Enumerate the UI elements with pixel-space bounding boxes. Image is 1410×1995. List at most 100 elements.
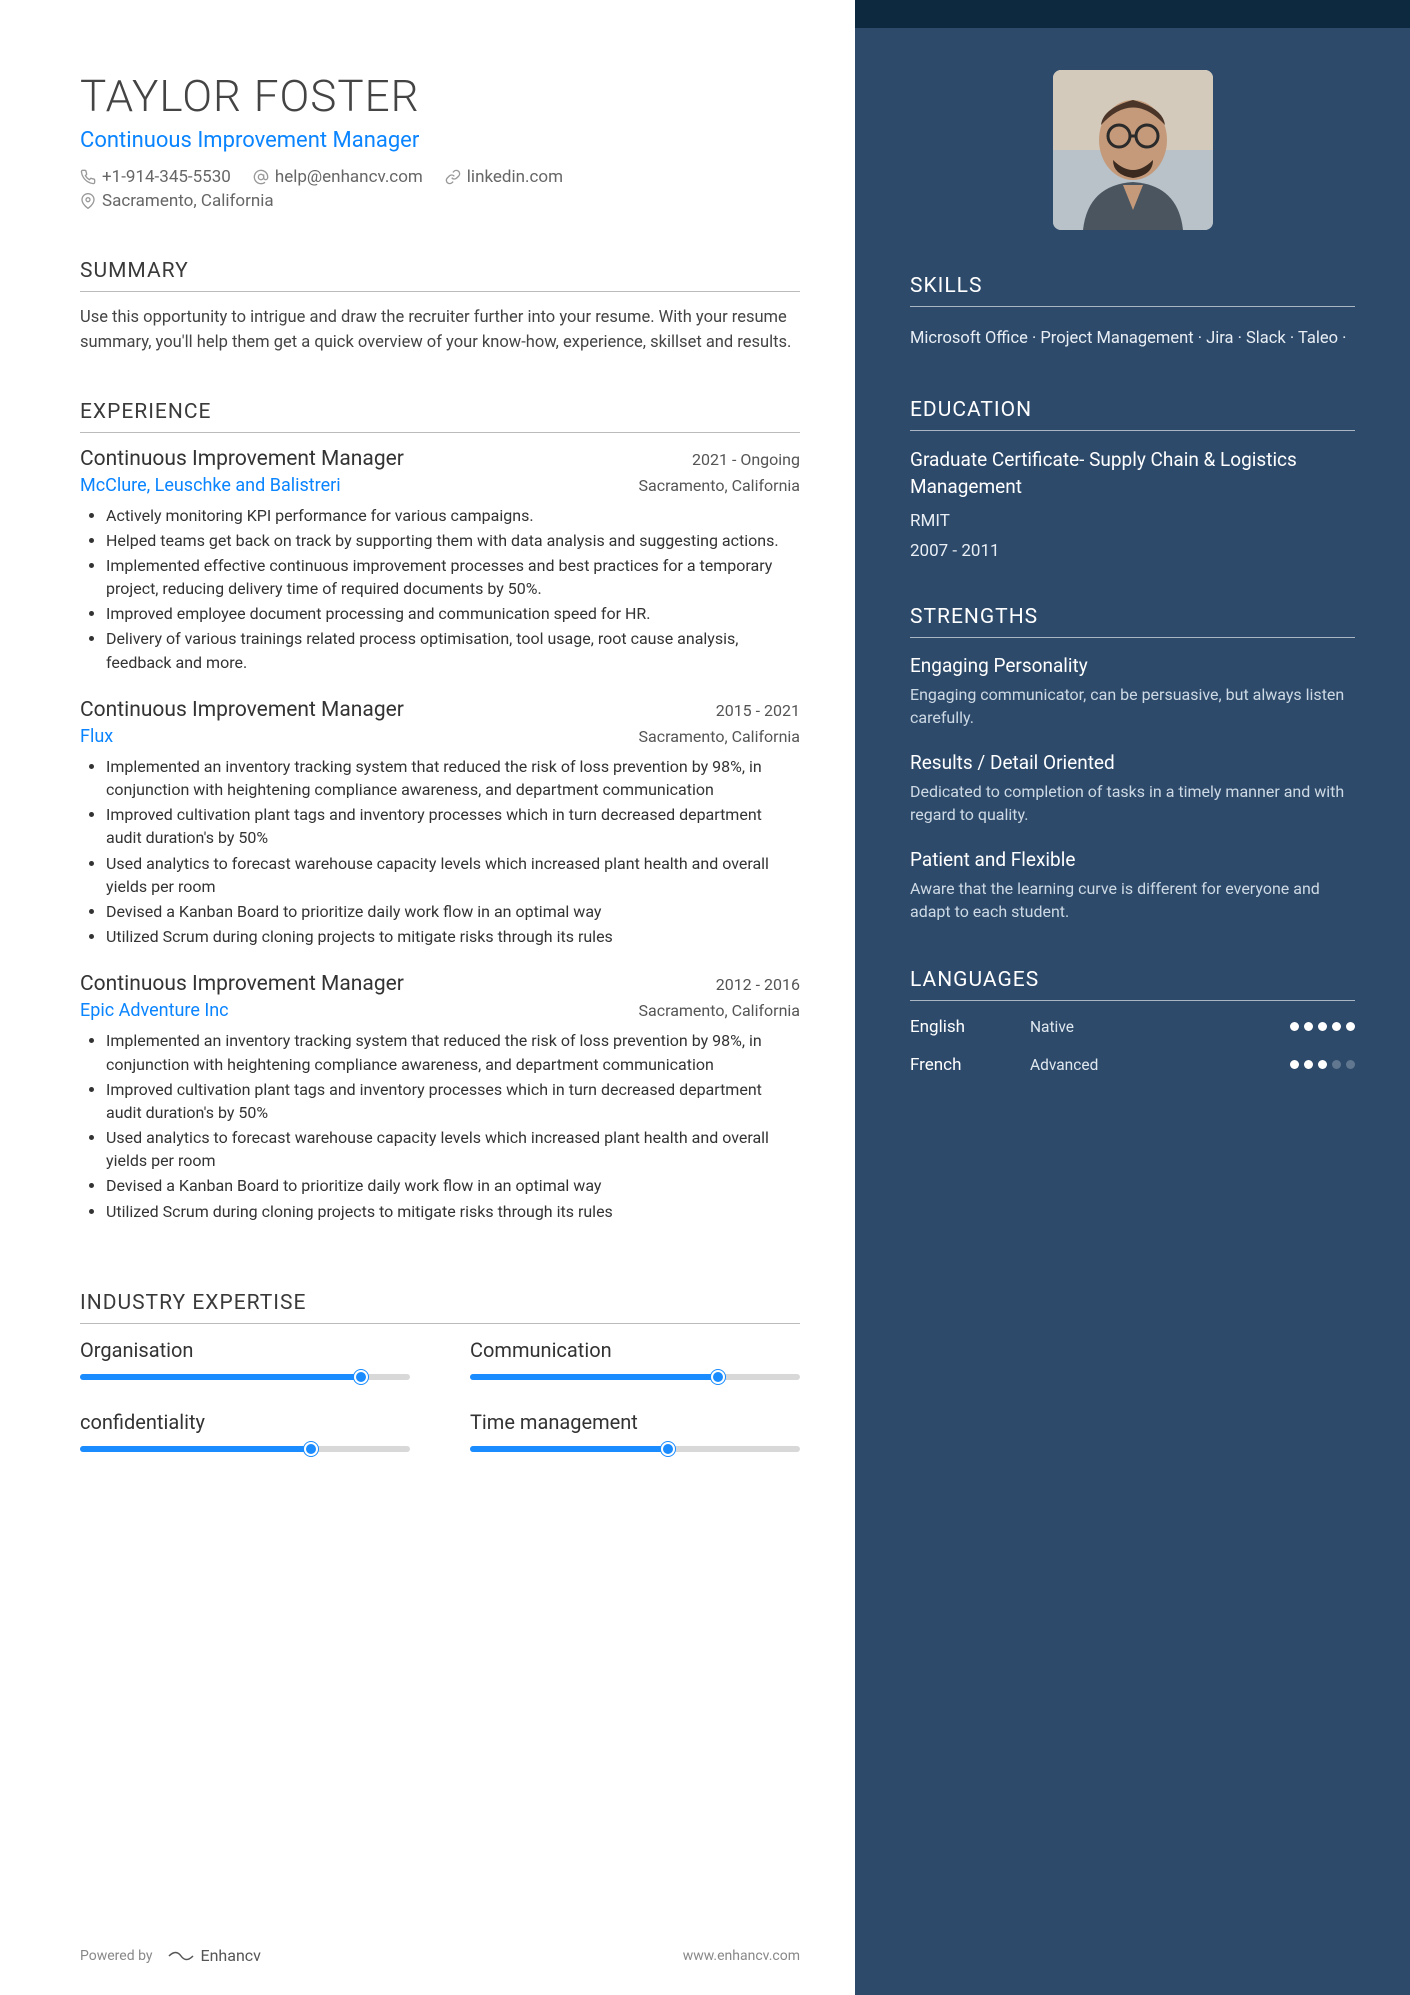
job-bullet: Implemented effective continuous improve… (106, 554, 800, 600)
job-bullet: Devised a Kanban Board to prioritize dai… (106, 1174, 800, 1197)
phone-icon (80, 169, 96, 185)
summary-heading: SUMMARY (80, 259, 800, 292)
job-bullet: Used analytics to forecast warehouse cap… (106, 1126, 800, 1172)
contact-location: Sacramento, California (80, 191, 274, 211)
avatar-container (910, 70, 1355, 230)
expertise-item: Organisation (80, 1338, 410, 1380)
expertise-item: Communication (470, 1338, 800, 1380)
language-level: Advanced (1030, 1056, 1290, 1074)
expertise-section: INDUSTRY EXPERTISE Organisation Communic… (80, 1291, 800, 1452)
summary-text: Use this opportunity to intrigue and dra… (80, 306, 800, 356)
job-title: Continuous Improvement Manager (80, 698, 404, 722)
skills-list: Microsoft Office · Project Management · … (910, 323, 1355, 354)
strength-name: Engaging Personality (910, 654, 1355, 677)
job-bullet: Delivery of various trainings related pr… (106, 627, 800, 673)
expertise-slider (470, 1374, 800, 1380)
strength-name: Results / Detail Oriented (910, 751, 1355, 774)
job-location: Sacramento, California (639, 727, 801, 746)
education-section: EDUCATION Graduate Certificate- Supply C… (910, 398, 1355, 560)
job-dates: 2012 - 2016 (716, 975, 800, 994)
link-icon (445, 169, 461, 185)
strength-item: Results / Detail Oriented Dedicated to c… (910, 751, 1355, 826)
job-entry: Continuous Improvement Manager 2021 - On… (80, 447, 800, 674)
job-bullet: Improved cultivation plant tags and inve… (106, 803, 800, 849)
job-bullet: Improved cultivation plant tags and inve… (106, 1078, 800, 1124)
proficiency-dot (1304, 1060, 1313, 1069)
strength-item: Patient and Flexible Aware that the lear… (910, 848, 1355, 923)
proficiency-dot (1318, 1022, 1327, 1031)
proficiency-dot (1290, 1022, 1299, 1031)
footer-brand: Enhancv (201, 1946, 261, 1965)
footer: Powered by Enhancv www.enhancv.com (80, 1906, 800, 1965)
at-icon (253, 169, 269, 185)
language-name: French (910, 1055, 1030, 1075)
job-bullet: Utilized Scrum during cloning projects t… (106, 1200, 800, 1223)
job-bullet: Implemented an inventory tracking system… (106, 1029, 800, 1075)
experience-heading: EXPERIENCE (80, 400, 800, 433)
language-row: French Advanced (910, 1055, 1355, 1075)
footer-powered: Powered by (80, 1948, 153, 1964)
language-row: English Native (910, 1017, 1355, 1037)
avatar (1053, 70, 1213, 230)
languages-heading: LANGUAGES (910, 968, 1355, 1001)
expertise-label: Communication (470, 1338, 800, 1362)
person-title: Continuous Improvement Manager (80, 128, 800, 153)
skills-section: SKILLS Microsoft Office · Project Manage… (910, 274, 1355, 354)
sidebar-top-band (855, 0, 1410, 28)
contact-phone-text: +1-914-345-5530 (102, 167, 231, 187)
contact-phone: +1-914-345-5530 (80, 167, 231, 187)
job-company: Flux (80, 726, 113, 747)
strength-desc: Dedicated to completion of tasks in a ti… (910, 780, 1355, 826)
job-bullets: Actively monitoring KPI performance for … (80, 504, 800, 674)
language-name: English (910, 1017, 1030, 1037)
expertise-slider (80, 1446, 410, 1452)
expertise-label: Organisation (80, 1338, 410, 1362)
proficiency-dot (1332, 1060, 1341, 1069)
strengths-heading: STRENGTHS (910, 605, 1355, 638)
job-location: Sacramento, California (639, 1001, 801, 1020)
job-bullet: Actively monitoring KPI performance for … (106, 504, 800, 527)
skills-heading: SKILLS (910, 274, 1355, 307)
education-school: RMIT (910, 511, 1355, 531)
job-entry: Continuous Improvement Manager 2015 - 20… (80, 698, 800, 949)
job-bullets: Implemented an inventory tracking system… (80, 1029, 800, 1223)
education-dates: 2007 - 2011 (910, 541, 1355, 561)
proficiency-dot (1304, 1022, 1313, 1031)
education-heading: EDUCATION (910, 398, 1355, 431)
expertise-label: confidentiality (80, 1410, 410, 1434)
enhancv-logo: Enhancv (167, 1946, 261, 1965)
education-degree: Graduate Certificate- Supply Chain & Log… (910, 447, 1355, 500)
footer-url: www.enhancv.com (683, 1948, 800, 1964)
strength-item: Engaging Personality Engaging communicat… (910, 654, 1355, 729)
job-company: McClure, Leuschke and Balistreri (80, 475, 341, 496)
language-level: Native (1030, 1018, 1290, 1036)
experience-section: EXPERIENCE Continuous Improvement Manage… (80, 400, 800, 1247)
contact-link: linkedin.com (445, 167, 563, 187)
header-block: TAYLOR FOSTER Continuous Improvement Man… (80, 70, 800, 215)
language-dots (1290, 1022, 1355, 1031)
sidebar: SKILLS Microsoft Office · Project Manage… (855, 0, 1410, 1995)
languages-section: LANGUAGES English Native French Advanced (910, 968, 1355, 1075)
job-bullet: Utilized Scrum during cloning projects t… (106, 925, 800, 948)
proficiency-dot (1290, 1060, 1299, 1069)
job-bullet: Used analytics to forecast warehouse cap… (106, 852, 800, 898)
job-entry: Continuous Improvement Manager 2012 - 20… (80, 972, 800, 1223)
strengths-section: STRENGTHS Engaging Personality Engaging … (910, 605, 1355, 924)
job-title: Continuous Improvement Manager (80, 972, 404, 996)
strength-desc: Engaging communicator, can be persuasive… (910, 683, 1355, 729)
job-bullet: Implemented an inventory tracking system… (106, 755, 800, 801)
proficiency-dot (1318, 1060, 1327, 1069)
job-location: Sacramento, California (639, 476, 801, 495)
summary-section: SUMMARY Use this opportunity to intrigue… (80, 259, 800, 356)
contact-row-1: +1-914-345-5530 help@enhancv.com linkedi… (80, 167, 800, 187)
expertise-heading: INDUSTRY EXPERTISE (80, 1291, 800, 1324)
expertise-label: Time management (470, 1410, 800, 1434)
main-column: TAYLOR FOSTER Continuous Improvement Man… (0, 0, 855, 1995)
proficiency-dot (1332, 1022, 1341, 1031)
job-bullet: Devised a Kanban Board to prioritize dai… (106, 900, 800, 923)
job-dates: 2021 - Ongoing (692, 450, 800, 469)
proficiency-dot (1346, 1022, 1355, 1031)
contact-row-2: Sacramento, California (80, 191, 800, 211)
contact-link-text: linkedin.com (467, 167, 563, 187)
location-icon (80, 193, 96, 209)
